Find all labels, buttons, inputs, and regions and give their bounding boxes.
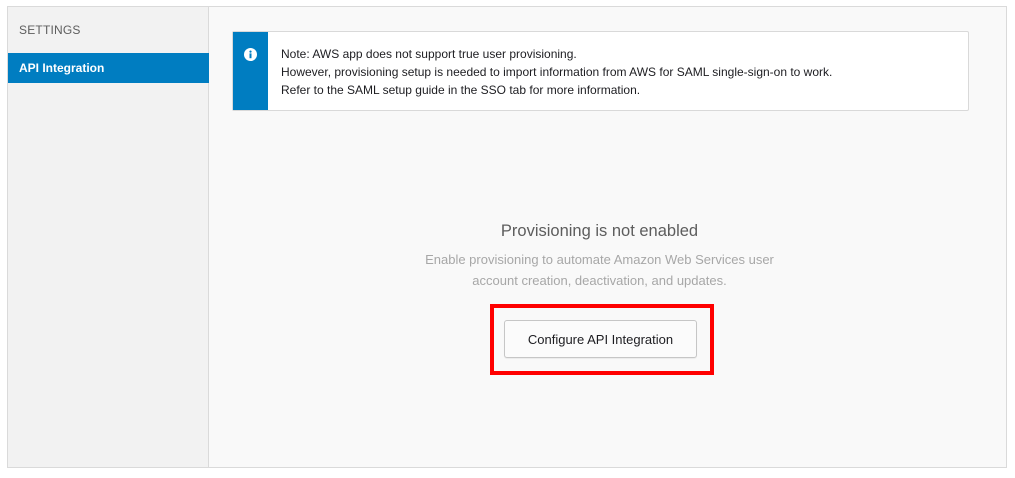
empty-state-description: Enable provisioning to automate Amazon W… xyxy=(201,249,998,291)
sidebar-heading: SETTINGS xyxy=(19,23,81,37)
configure-api-integration-button[interactable]: Configure API Integration xyxy=(504,320,697,358)
notice-icon-bar xyxy=(233,32,268,110)
notice-line: Refer to the SAML setup guide in the SSO… xyxy=(281,83,641,97)
empty-state-description-line: Enable provisioning to automate Amazon W… xyxy=(425,252,774,267)
notice-line: However, provisioning setup is needed to… xyxy=(281,65,833,79)
empty-state-title: Provisioning is not enabled xyxy=(500,222,699,240)
sidebar-item-api-integration[interactable]: API Integration xyxy=(8,53,209,83)
empty-state: Provisioning is not enabled Enable provi… xyxy=(201,220,998,291)
info-icon xyxy=(244,48,257,61)
empty-state-description-line: account creation, deactivation, and upda… xyxy=(472,273,727,288)
notice-text: Note: AWS app does not support true user… xyxy=(281,45,832,99)
notice-line: Note: AWS app does not support true user… xyxy=(281,47,577,61)
info-notice: Note: AWS app does not support true user… xyxy=(232,31,969,111)
sidebar: SETTINGS API Integration xyxy=(8,7,209,467)
